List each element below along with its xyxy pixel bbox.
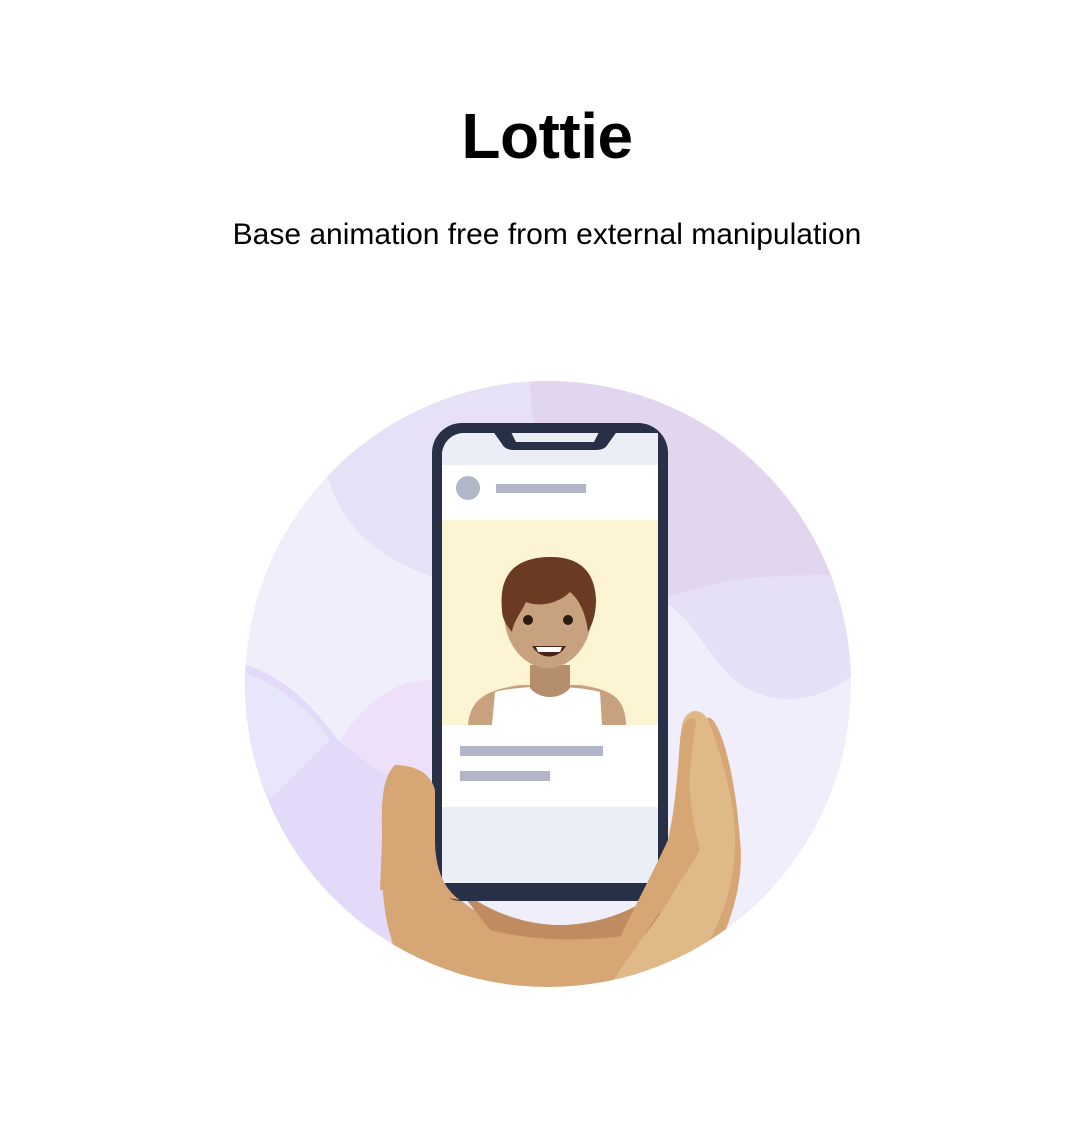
lottie-animation	[230, 370, 870, 1010]
caption-line-2	[460, 771, 550, 781]
page-title: Lottie	[461, 100, 633, 172]
page-subtitle: Base animation free from external manipu…	[232, 218, 862, 251]
page: Lottie Base animation free from external…	[0, 0, 1080, 1132]
screen-footer	[442, 807, 658, 883]
caption-line-1	[460, 746, 603, 756]
right-eye	[563, 615, 573, 625]
phone	[432, 423, 668, 901]
phone-in-hand-illustration	[245, 381, 851, 987]
username-placeholder	[496, 484, 586, 493]
avatar-placeholder	[456, 476, 480, 500]
left-eye	[523, 615, 533, 625]
